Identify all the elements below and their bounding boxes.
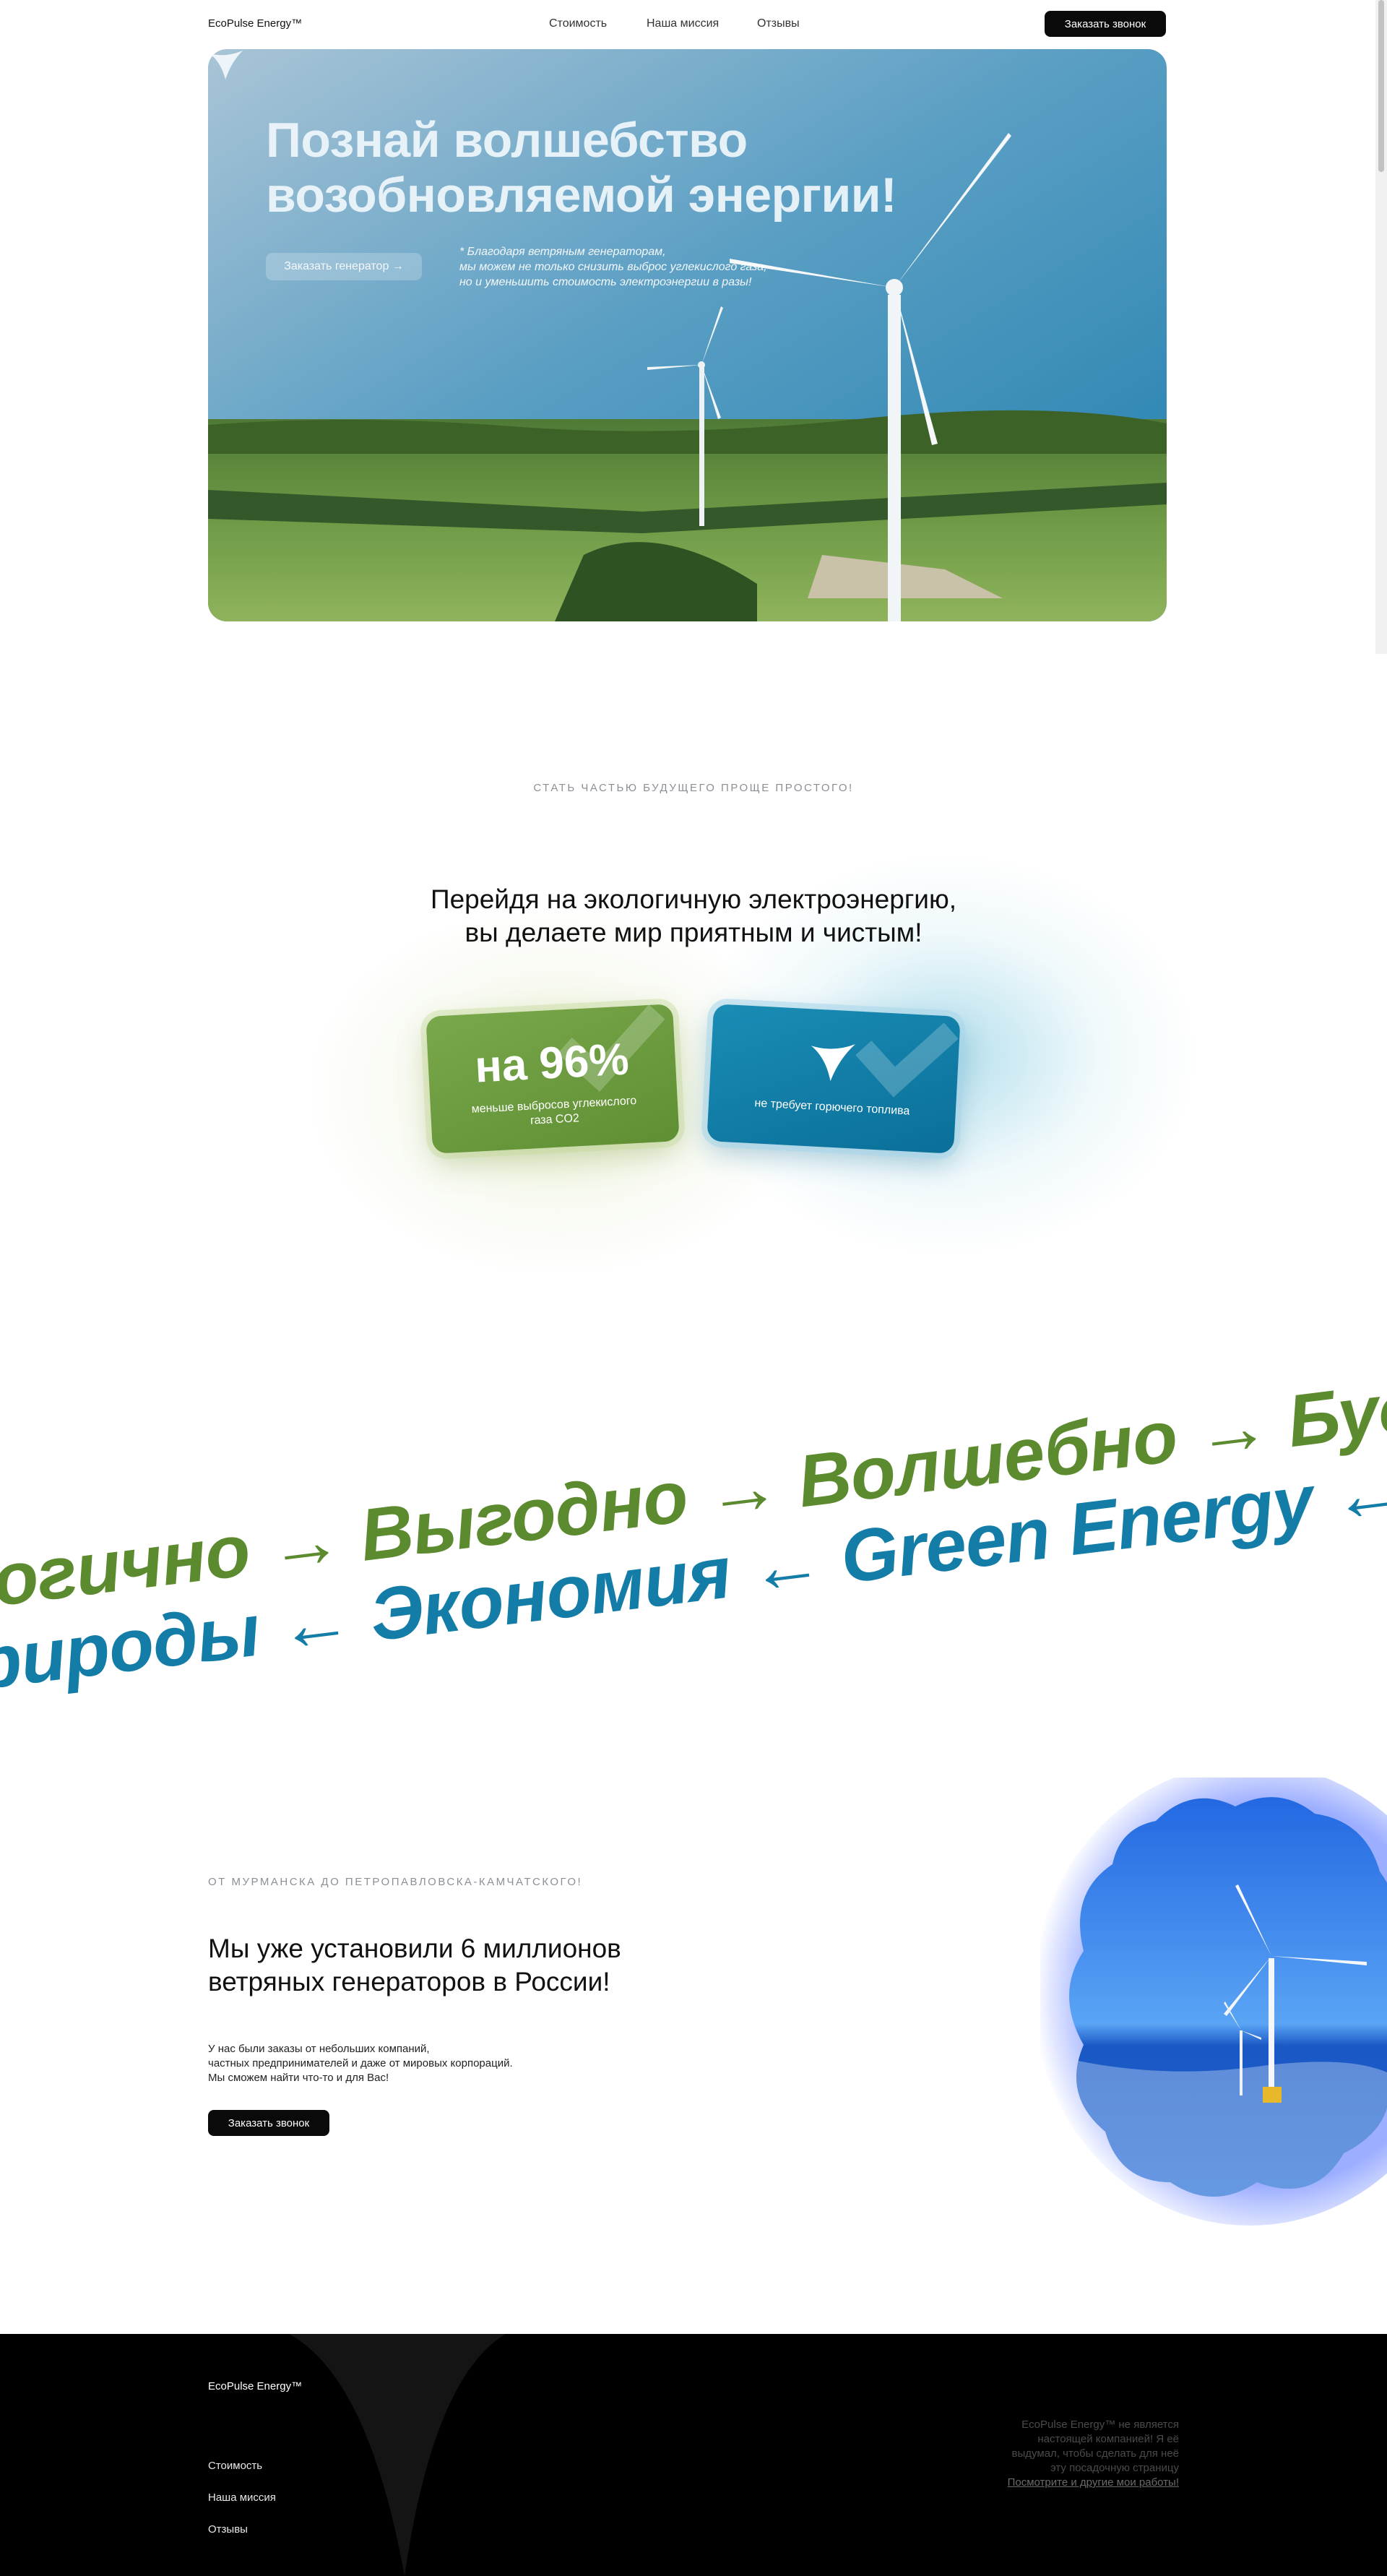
checkmark-icon <box>855 1022 959 1098</box>
footer-portfolio-link[interactable]: Посмотрите и другие мои работы! <box>896 2476 1179 2490</box>
scrollbar-thumb[interactable] <box>1378 0 1384 172</box>
no-fuel-card: не требует горючего топлива <box>707 1004 961 1154</box>
hero-footnote: * Благодаря ветряным генераторам, мы мож… <box>459 246 767 288</box>
brand-turbine-icon <box>811 1044 855 1082</box>
brand-turbine-icon <box>289 2334 506 2576</box>
header-call-button[interactable]: Заказать звонок <box>1045 11 1166 37</box>
nav-link-reviews[interactable]: Отзывы <box>757 17 800 30</box>
benefits-eyebrow: СТАТЬ ЧАСТЬЮ БУДУЩЕГО ПРОЩЕ ПРОСТОГО! <box>533 782 854 794</box>
benefits-title: Перейдя на экологичную электроэнергию, в… <box>430 884 957 947</box>
footer-link-mission[interactable]: Наша миссия <box>208 2491 276 2504</box>
hero-order-generator-button[interactable]: Заказать генератор → <box>266 253 422 280</box>
installs-eyebrow: ОТ МУРМАНСКА ДО ПЕТРОПАВЛОВСКА-КАМЧАТСКО… <box>208 1876 583 1888</box>
hero-title: Познай волшебство возобновляемой энергии… <box>266 113 897 223</box>
footer-logo[interactable]: EcoPulse Energy™ <box>208 2380 302 2392</box>
footer-disclaimer: EcoPulse Energy™ не является настоящей к… <box>896 2418 1179 2490</box>
footer-link-reviews[interactable]: Отзывы <box>208 2523 248 2536</box>
nav-link-pricing[interactable]: Стоимость <box>549 17 607 30</box>
brand-turbine-icon <box>209 51 243 79</box>
installs-call-button[interactable]: Заказать звонок <box>208 2110 329 2136</box>
installs-text: У нас были заказы от небольших компаний,… <box>208 2043 513 2084</box>
footer-link-pricing[interactable]: Стоимость <box>208 2460 262 2472</box>
offshore-turbine-image <box>1040 1778 1387 2226</box>
header-logo[interactable]: EcoPulse Energy™ <box>208 17 302 30</box>
co2-card-text: меньше выбросов углекислого газа CO2 <box>471 1094 637 1127</box>
hero-banner: Познай волшебство возобновляемой энергии… <box>208 49 1167 621</box>
benefits-marquee: Экологично → Выгодно → Волшебно → Будуще… <box>0 1221 1387 1730</box>
co2-reduction-card: на 96% меньше выбросов углекислого газа … <box>425 1004 680 1154</box>
nav-link-mission[interactable]: Наша миссия <box>647 17 719 30</box>
installs-title: Мы уже установили 6 миллионов ветряных г… <box>208 1934 621 1996</box>
footer: EcoPulse Energy™ Стоимость Наша миссия О… <box>0 2334 1387 2576</box>
